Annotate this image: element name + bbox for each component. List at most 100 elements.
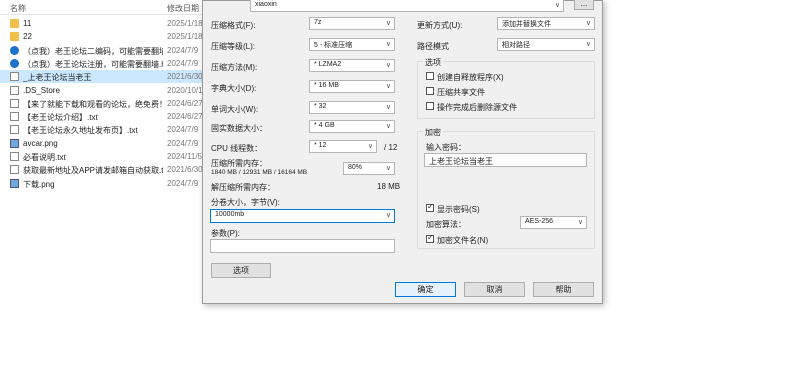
list-item[interactable]: .DS_Store 2020/10/1: [0, 84, 205, 97]
password-input[interactable]: 上老王论坛当老王: [424, 153, 587, 167]
image-icon: [10, 138, 19, 148]
list-item[interactable]: _上老王论坛当老王 2021/6/30: [0, 70, 205, 84]
file-name: （点我）老王论坛二编码，可能需要翻墙...: [23, 46, 163, 56]
list-item[interactable]: （点我）老王论坛注册，可能需要翻墙.h... 2024/7/9: [0, 57, 205, 70]
browse-button[interactable]: ...: [574, 0, 594, 10]
file-name: 获取最新地址及APP请发邮箱自动获取.txt: [23, 166, 163, 176]
cpu-select[interactable]: * 12 ∨: [309, 140, 377, 153]
file-name: 【老王论坛永久地址发布页】.txt: [23, 126, 138, 136]
archive-name-combo[interactable]: xiaoxin ∨: [250, 0, 564, 12]
shared-files-checkbox[interactable]: [426, 87, 434, 95]
path-mode-select[interactable]: 相对路径 ∨: [497, 38, 595, 51]
file-date: 2020/10/1: [167, 85, 203, 95]
file-date: 2024/7/9: [167, 138, 199, 148]
level-select[interactable]: 5 - 标准压缩 ∨: [309, 38, 395, 51]
folder-icon: [10, 19, 19, 28]
encryption-group-title: 加密: [423, 127, 443, 138]
text-file-icon: [10, 125, 19, 135]
file-date: 2024/7/9: [167, 45, 199, 55]
params-input[interactable]: [210, 239, 395, 253]
update-mode-select[interactable]: 添加并替换文件 ∨: [497, 17, 595, 30]
word-select[interactable]: * 32 ∨: [309, 101, 395, 114]
file-date: 2025/1/18: [167, 19, 203, 28]
file-date: 2024/7/9: [167, 58, 199, 68]
sfx-label: 创建自释放程序(X): [437, 73, 504, 82]
encrypt-names-checkbox[interactable]: [426, 233, 434, 243]
list-item[interactable]: 必看说明.txt 2024/11/5: [0, 150, 205, 163]
list-item[interactable]: 【来了就能下载和观看的论坛，绝免费！... 2024/6/27: [0, 97, 205, 110]
list-item[interactable]: 下载.png 2024/7/9: [0, 177, 205, 190]
file-icon: [10, 85, 19, 95]
format-select[interactable]: 7z ∨: [309, 17, 395, 30]
file-name: 【老王论坛介绍】.txt: [23, 113, 98, 123]
format-label: 压缩格式(F):: [211, 21, 256, 30]
help-button[interactable]: 帮助: [533, 282, 594, 297]
params-label: 参数(P):: [211, 229, 240, 238]
solid-label: 固实数据大小：: [211, 124, 267, 133]
dict-label: 字典大小(D):: [211, 84, 257, 93]
encryption-method-select[interactable]: AES-256 ∨: [520, 216, 587, 229]
method-select[interactable]: * LZMA2 ∨: [309, 59, 395, 72]
split-size-combo[interactable]: 10000mb ∨: [210, 209, 395, 223]
file-icon: [10, 72, 19, 82]
column-name[interactable]: 名称: [10, 3, 26, 14]
column-date[interactable]: 修改日期: [167, 3, 199, 14]
file-name: avcar.png: [23, 138, 58, 148]
file-date: 2021/6/30: [167, 165, 203, 175]
sfx-checkbox[interactable]: [426, 72, 434, 80]
file-name: .DS_Store: [23, 85, 60, 95]
split-size-label: 分卷大小，字节(V):: [211, 198, 280, 207]
list-item[interactable]: （点我）老王论坛二编码，可能需要翻墙... 2024/7/9: [0, 44, 205, 57]
list-item[interactable]: avcar.png 2024/7/9: [0, 137, 205, 150]
update-mode-label: 更新方式(U):: [417, 21, 463, 30]
text-file-icon: [10, 152, 19, 161]
file-name: _上老王论坛当老王: [23, 73, 92, 83]
file-date: 2025/1/18: [167, 32, 203, 42]
text-file-icon: [10, 98, 19, 108]
encrypt-names-label: 加密文件名(N): [437, 236, 489, 245]
file-name: 下载.png: [23, 179, 55, 189]
edge-icon: [10, 45, 19, 55]
add-to-archive-dialog: xiaoxin ∨ ... 压缩格式(F): 7z ∨ 压缩等级(L): 5 - 标…: [202, 0, 603, 304]
file-name: 【来了就能下载和观看的论坛，绝免费！...: [23, 99, 163, 109]
decompress-memory-value: 18 MB: [377, 182, 401, 191]
memory-detail: 1840 MB / 12931 MB / 16164 MB: [211, 169, 308, 176]
password-value: 上老王论坛当老王: [429, 157, 493, 166]
show-password-checkbox[interactable]: [426, 202, 434, 212]
list-item[interactable]: 【老王论坛介绍】.txt 2024/6/27: [0, 110, 205, 123]
options-button[interactable]: 选项: [211, 263, 271, 278]
cancel-button[interactable]: 取消: [464, 282, 525, 297]
image-icon: [10, 178, 19, 188]
chevron-down-icon[interactable]: ∨: [555, 1, 560, 9]
ok-button[interactable]: 确定: [395, 282, 456, 297]
file-date: 2024/7/9: [167, 178, 199, 188]
list-item[interactable]: 获取最新地址及APP请发邮箱自动获取.txt 2021/6/30: [0, 163, 205, 176]
file-date: 2024/11/5: [167, 152, 202, 161]
memory-label: 压缩所需内存：: [211, 159, 267, 168]
list-item[interactable]: 11 2025/1/18: [0, 17, 205, 30]
options-group-title: 选项: [423, 57, 443, 68]
folder-icon: [10, 32, 19, 42]
sort-arrow-icon[interactable]: ⌃: [86, 0, 93, 5]
memory-percent-select[interactable]: 80% ∨: [343, 162, 395, 175]
path-mode-label: 路径模式: [417, 42, 449, 51]
delete-after-label: 操作完成后删除源文件: [437, 103, 517, 112]
delete-after-checkbox[interactable]: [426, 102, 434, 110]
dict-select[interactable]: * 16 MB ∨: [309, 80, 395, 93]
show-password-label: 显示密码(S): [437, 205, 480, 214]
text-file-icon: [10, 112, 19, 122]
text-file-icon: [10, 165, 19, 175]
shared-files-label: 压缩共享文件: [437, 88, 485, 97]
method-label: 压缩方法(M):: [211, 63, 258, 72]
word-label: 单词大小(W):: [211, 105, 259, 114]
file-date: 2024/6/27: [167, 112, 203, 122]
cpu-label: CPU 线程数：: [211, 144, 263, 153]
edge-icon: [10, 58, 19, 68]
solid-select[interactable]: * 4 GB ∨: [309, 120, 395, 133]
cpu-total: / 12: [384, 143, 398, 152]
file-date: 2024/6/27: [167, 98, 203, 108]
list-item[interactable]: 【老王论坛永久地址发布页】.txt 2024/7/9: [0, 123, 205, 136]
level-label: 压缩等级(L):: [211, 42, 255, 51]
file-date: 2021/6/30: [167, 72, 203, 82]
list-item[interactable]: 22 2025/1/18: [0, 30, 205, 43]
